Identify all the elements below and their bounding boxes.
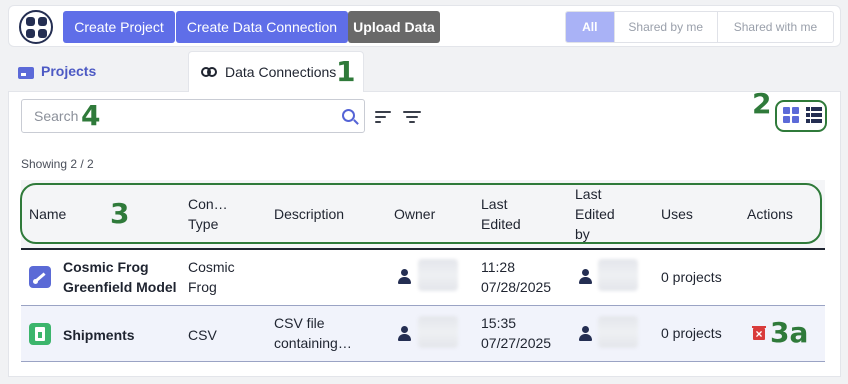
app-grid-icon[interactable] <box>19 10 53 44</box>
grid-view-icon[interactable] <box>783 107 799 123</box>
data-connections-icon <box>201 67 217 77</box>
search-placeholder: Search <box>34 108 79 124</box>
delete-icon[interactable] <box>752 324 766 341</box>
header-highlight-outline <box>20 183 822 244</box>
callout-4: 4 <box>81 99 101 132</box>
filter-shared-by-me[interactable]: Shared by me <box>613 12 717 42</box>
callout-3: 3 <box>110 197 130 230</box>
owner-name-redacted <box>418 259 458 291</box>
editor-avatar-icon <box>578 326 592 342</box>
row-uses: 0 projects <box>661 325 722 341</box>
row-last-edited-time: 11:28 <box>481 259 515 275</box>
projects-icon <box>18 67 34 79</box>
search-icon[interactable] <box>342 109 355 122</box>
row-last-edited-time: 15:35 <box>481 315 517 331</box>
owner-avatar-icon <box>397 269 411 285</box>
owner-avatar-icon <box>397 326 411 342</box>
create-data-connection-button[interactable]: Create Data Connection <box>176 11 348 43</box>
editor-avatar-icon <box>578 269 592 285</box>
row-name[interactable]: Shipments <box>63 325 135 345</box>
row-divider <box>21 361 825 362</box>
result-count: Showing 2 / 2 <box>21 157 94 171</box>
row-description: CSV file containing… <box>274 315 352 351</box>
callout-1: 1 <box>336 55 356 88</box>
filter-shared-with-me[interactable]: Shared with me <box>716 12 833 42</box>
callout-2: 2 <box>752 87 772 120</box>
sharing-filter: All Shared by me Shared with me <box>565 11 834 43</box>
owner-name-redacted <box>418 316 458 348</box>
create-project-button[interactable]: Create Project <box>63 11 175 43</box>
row-type: Cosmic Frog <box>188 259 235 295</box>
sort-icon[interactable] <box>375 110 393 124</box>
row-type: CSV <box>188 327 217 343</box>
filter-all[interactable]: All <box>566 12 614 42</box>
row-uses: 0 projects <box>661 269 722 285</box>
csv-file-icon <box>29 323 51 345</box>
tab-projects-label: Projects <box>41 63 97 79</box>
editor-name-redacted <box>598 259 638 291</box>
filter-icon[interactable] <box>403 110 421 124</box>
list-view-icon[interactable] <box>806 107 822 123</box>
row-last-edited-date: 07/27/2025 <box>481 335 552 351</box>
editor-name-redacted <box>598 316 638 348</box>
search-input[interactable]: Search <box>21 99 365 133</box>
cosmic-frog-icon <box>29 266 51 288</box>
row-last-edited-date: 07/28/2025 <box>481 279 552 295</box>
tab-projects[interactable]: Projects <box>8 55 178 91</box>
callout-3a: 3a <box>770 316 809 349</box>
upload-data-button[interactable]: Upload Data <box>348 11 440 43</box>
tab-data-connections-label: Data Connections <box>225 64 337 80</box>
top-bar: Create Project Create Data Connection Up… <box>8 5 841 47</box>
view-toggle <box>775 100 827 132</box>
header-divider <box>21 248 825 250</box>
row-name[interactable]: Cosmic Frog Greenfield Model <box>63 257 178 297</box>
